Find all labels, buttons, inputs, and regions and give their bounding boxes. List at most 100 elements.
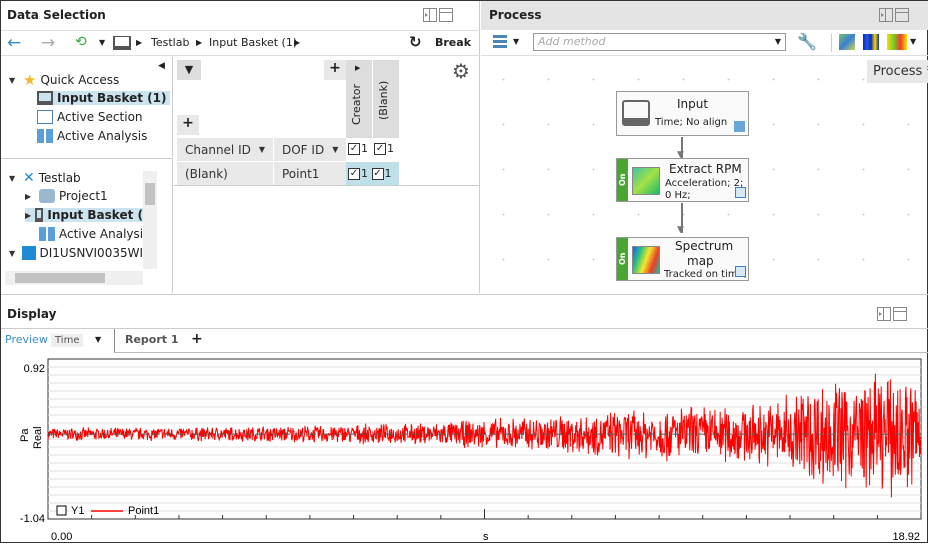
star-icon: ★ [23, 71, 37, 89]
basket-icon [113, 36, 131, 50]
add-method-input[interactable]: Add method ▼ [533, 33, 786, 51]
node-subtitle: Time; No align [655, 117, 728, 128]
breadcrumb-item[interactable]: Testlab [151, 36, 189, 49]
quick-access-active-section[interactable]: Active Section [37, 110, 143, 124]
quick-access-active-analysis[interactable]: Active Analysis [37, 129, 147, 143]
process-canvas[interactable]: Process * Input Time; No align ▼ On Extr… [481, 57, 928, 293]
chevron-down-icon: ▼ [774, 37, 781, 46]
split-view-icon[interactable] [423, 8, 437, 22]
break-button[interactable]: Break [435, 36, 471, 49]
heatmap-icon[interactable] [887, 34, 907, 50]
node-subtitle: 0 Hz; [665, 190, 691, 201]
maximize-icon[interactable] [439, 8, 453, 22]
on-toggle[interactable]: On [617, 238, 628, 280]
time-chart[interactable]: 0.92 -1.04 0.00 18.92 s Pa Real Y1 Point… [1, 357, 928, 545]
nav-toolbar: ← → ⟲ ▼ ▶ Testlab ▶ Input Basket (1) ▶ ↻… [1, 30, 480, 56]
row-header-dof-id[interactable]: DOF ID ▼ [274, 138, 346, 161]
tree-node-input-basket[interactable]: ▶ Input Basket ( [25, 208, 143, 222]
testlab-icon: ✕ [23, 170, 35, 186]
forward-arrow-icon[interactable]: → [41, 33, 55, 53]
quick-access-section: ◀ ▼ ★ Quick Access Input Basket (1) Acti… [1, 57, 173, 157]
filter-icon[interactable]: ▼ [177, 60, 201, 80]
database-icon [39, 189, 55, 203]
column-header-label: (Blank) [377, 80, 390, 120]
maximize-icon[interactable] [893, 307, 907, 321]
header-checkbox[interactable]: ✓ 1 [374, 142, 394, 155]
node-subtitle: Acceleration; 2; [665, 178, 744, 189]
legend-series-label: Point1 [128, 505, 159, 517]
collapse-icon[interactable]: ◀ [158, 61, 165, 71]
y-tick-label: -1.04 [20, 513, 45, 525]
tree-node-computer[interactable]: ▼ DI1USNVI0035WI [9, 246, 143, 260]
x-tick-label: 0.00 [51, 531, 72, 543]
header-checkbox[interactable]: ✓ 1 [348, 142, 368, 155]
tree-node-testlab[interactable]: ▼ ✕ Testlab [9, 170, 81, 186]
row-header-channel-id[interactable]: Channel ID ▼ [177, 138, 273, 161]
testlab-tree: ▼ ✕ Testlab ▶ Project1 ▶ Input Basket ( A… [1, 158, 173, 293]
process-node-spectrum-map[interactable]: On Spectrum map Tracked on time; [616, 237, 749, 281]
column-header-blank[interactable]: (Blank) [373, 60, 399, 138]
row-checkboxes[interactable]: ✓ 1 ✓ 1 [346, 162, 399, 185]
quick-access-input-basket[interactable]: Input Basket (1) [37, 91, 171, 105]
add-row-button[interactable]: + [177, 115, 199, 135]
input-basket-icon [622, 100, 650, 126]
y-axis-label: Pa [19, 428, 31, 442]
y-tick-label: 0.92 [24, 363, 45, 375]
tab-preview[interactable]: Preview Time ▼ [1, 329, 115, 353]
horizontal-scrollbar[interactable] [5, 271, 143, 285]
display-panel: Display Preview Time ▼ Report 1 + 0.92 -… [1, 294, 928, 544]
process-node-extract-rpm[interactable]: On Extract RPM Acceleration; 2; 0 Hz; [616, 158, 749, 202]
method-list-icon[interactable] [493, 35, 507, 49]
add-tab-button[interactable]: + [191, 331, 203, 347]
refresh-icon[interactable]: ↻ [409, 33, 422, 51]
split-view-icon[interactable] [879, 8, 893, 22]
column-header-label: Creator [350, 83, 363, 125]
vertical-scrollbar[interactable] [143, 171, 157, 269]
chevron-down-icon[interactable]: ▼ [910, 37, 916, 46]
header-label: Channel ID [185, 142, 251, 157]
grid-cell-dof[interactable]: Point1 [274, 162, 346, 185]
save-icon[interactable] [735, 266, 746, 277]
quick-access-node[interactable]: ▼ ★ Quick Access [9, 71, 119, 89]
history-icon[interactable]: ⟲ [75, 34, 87, 50]
tree-label: Input Basket (1) [57, 91, 167, 105]
back-arrow-icon[interactable]: ← [7, 33, 21, 53]
settings-gear-icon[interactable]: ⚙ [452, 59, 470, 83]
process-panel: Process ▼ Add method ▼ 🔧 ▼ Process * Inp… [481, 1, 928, 293]
rpm-thumbnail [632, 167, 660, 195]
window-controls [879, 8, 909, 22]
tab-strip: Report 1 + [114, 329, 928, 353]
process-header: Process [481, 1, 928, 30]
save-icon[interactable] [735, 187, 746, 198]
legend-checkbox [56, 505, 67, 516]
chevron-down-icon[interactable]: ▼ [99, 38, 105, 47]
chevron-down-icon[interactable]: ▼ [95, 335, 101, 344]
process-canvas-tab[interactable]: Process * [867, 60, 928, 83]
arrow-icon: ▼ [677, 225, 684, 235]
on-toggle[interactable]: On [617, 159, 628, 201]
channel-grid: ▼ + + ▶ Creator (Blank) ⚙ Channel ID ▼ DO… [174, 57, 480, 293]
tree-label: Project1 [59, 189, 108, 203]
split-view-icon[interactable] [877, 307, 891, 321]
add-column-button[interactable]: + [324, 60, 346, 80]
tree-label: Quick Access [40, 73, 120, 87]
analysis-icon [37, 129, 53, 143]
computer-icon [21, 246, 36, 260]
window-controls [423, 8, 453, 22]
node-title: Input [677, 97, 709, 111]
waterfall-icon[interactable] [839, 34, 855, 50]
tree-node-project[interactable]: ▶ Project1 [25, 189, 108, 203]
tab-report-1[interactable]: Report 1 [125, 333, 179, 346]
chevron-down-icon: ▼ [332, 145, 339, 154]
tree-node-active-analysis[interactable]: Active Analysis [39, 227, 149, 241]
grid-cell-channel[interactable]: (Blank) [177, 162, 273, 185]
colormap-icon[interactable] [863, 34, 879, 50]
process-node-input[interactable]: Input Time; No align [616, 91, 749, 136]
wrench-icon[interactable]: 🔧 [797, 32, 817, 51]
link-save-icon[interactable] [734, 121, 745, 132]
analysis-icon [39, 227, 55, 241]
column-header-creator[interactable]: ▶ Creator [346, 60, 372, 138]
breadcrumb-item[interactable]: Input Basket (1) [209, 36, 297, 49]
chevron-down-icon[interactable]: ▼ [513, 37, 519, 46]
maximize-icon[interactable] [895, 8, 909, 22]
